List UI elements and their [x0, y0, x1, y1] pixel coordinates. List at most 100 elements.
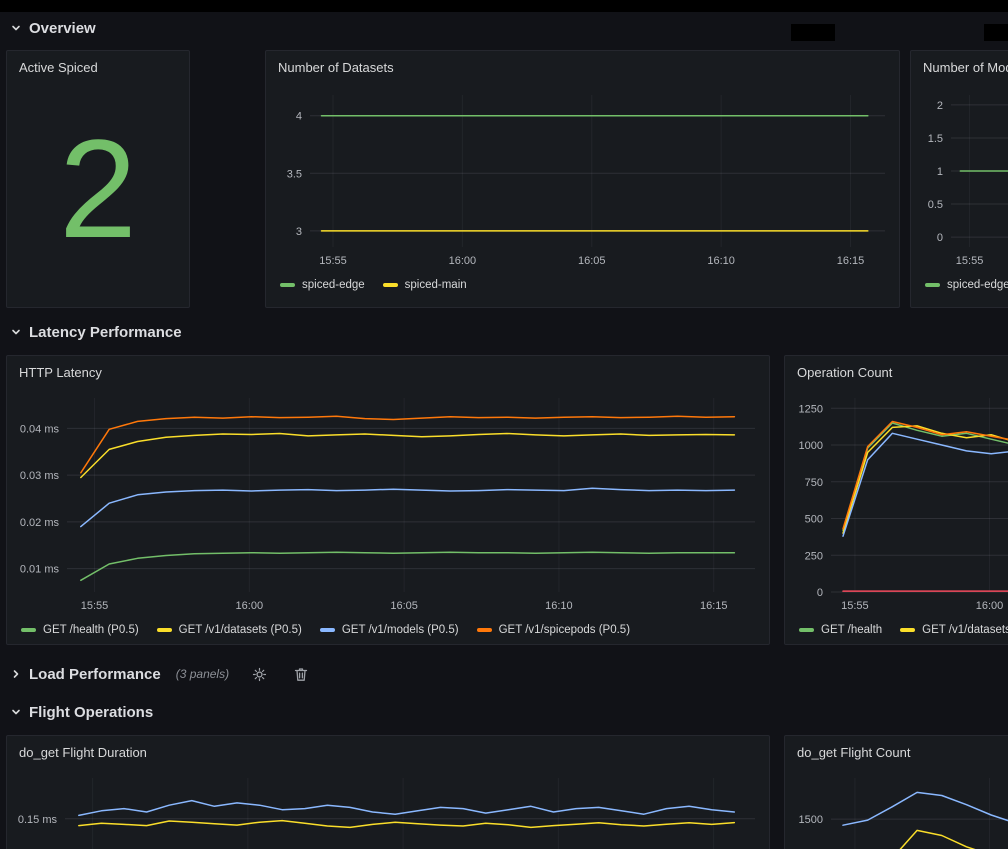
- y-tick-label: 500: [805, 514, 823, 526]
- x-tick-label: 16:00: [236, 600, 264, 612]
- legend-label: spiced-edge: [302, 279, 365, 291]
- section-title: Load Performance: [29, 666, 161, 683]
- legend-http-latency: GET /health (P0.5) GET /v1/datasets (P0.5…: [7, 618, 769, 636]
- panel-title-text: Number of Datasets: [278, 60, 394, 75]
- x-tick-label: 15:55: [841, 600, 869, 612]
- stat-value: 2: [7, 83, 189, 295]
- x-tick-label: 16:10: [545, 600, 573, 612]
- series-line-get-v1-datasets: [843, 426, 1008, 533]
- section-title: Overview: [29, 20, 96, 37]
- panel-http-latency: HTTP Latency 0.01 ms0.02 ms0.03 ms0.04 m…: [6, 355, 770, 645]
- series-line-get-v1-datasets-p0-5: [81, 434, 735, 478]
- black-box-right: [984, 24, 1008, 41]
- x-tick-label: 16:15: [700, 600, 728, 612]
- chart-operation-count[interactable]: 02505007501000125015:5516:0016:0516:1016…: [785, 388, 1008, 618]
- y-tick-label: 1000: [799, 440, 823, 452]
- legend-label: GET /v1/datasets: [922, 624, 1008, 636]
- legend-item[interactable]: GET /health: [799, 624, 882, 636]
- panel-title-flight-duration[interactable]: do_get Flight Duration: [7, 736, 769, 768]
- panel-title-text: do_get Flight Count: [797, 745, 910, 760]
- panel-title-datasets[interactable]: Number of Datasets: [266, 51, 899, 83]
- y-tick-label: 2: [937, 100, 943, 112]
- black-box-left: [791, 24, 835, 41]
- legend-item[interactable]: spiced-edge: [925, 279, 1008, 291]
- legend-swatch-icon: [280, 283, 295, 287]
- y-tick-label: 0.02 ms: [20, 517, 60, 529]
- top-black-bar: [0, 0, 1008, 12]
- y-tick-label: 750: [805, 477, 823, 489]
- panel-title-text: do_get Flight Duration: [19, 745, 147, 760]
- legend-swatch-icon: [21, 628, 36, 632]
- legend-item[interactable]: GET /v1/spicepods (P0.5): [477, 624, 630, 636]
- section-header-flight[interactable]: Flight Operations: [10, 700, 153, 724]
- section-header-load[interactable]: Load Performance (3 panels): [10, 662, 308, 686]
- legend-swatch-icon: [383, 283, 398, 287]
- y-tick-label: 0.03 ms: [20, 470, 60, 482]
- series-line-fade2a: [79, 821, 735, 828]
- series-line-get-health: [843, 423, 1008, 530]
- chart-number-of-datasets[interactable]: 33.5415:5516:0016:0516:1016:15: [266, 83, 899, 273]
- legend-item[interactable]: spiced-edge: [280, 279, 365, 291]
- y-tick-label: 1500: [799, 814, 823, 826]
- panel-title-operation-count[interactable]: Operation Count: [785, 356, 1008, 388]
- legend-item[interactable]: GET /v1/models (P0.5): [320, 624, 459, 636]
- chart-flight-duration[interactable]: 0.15 ms15:5516:0016:0516:1016:15: [7, 768, 767, 849]
- legend-datasets: spiced-edge spiced-main: [266, 273, 899, 291]
- legend-operation-count: GET /healthGET /v1/datasetsGET /v1/model…: [785, 618, 1008, 636]
- panel-title-text: HTTP Latency: [19, 365, 102, 380]
- legend-label: GET /v1/spicepods (P0.5): [499, 624, 630, 636]
- legend-swatch-icon: [477, 628, 492, 632]
- section-panels-count: (3 panels): [176, 667, 229, 681]
- legend-label: GET /health: [821, 624, 882, 636]
- series-line-fade2a: [843, 830, 1008, 849]
- panel-flight-duration: do_get Flight Duration 0.15 ms15:5516:00…: [6, 735, 770, 849]
- x-tick-label: 15:55: [81, 600, 109, 612]
- legend-swatch-icon: [320, 628, 335, 632]
- x-tick-label: 16:05: [578, 255, 606, 267]
- legend-label: GET /v1/datasets (P0.5): [179, 624, 302, 636]
- x-tick-label: 16:15: [837, 255, 865, 267]
- legend-label: GET /health (P0.5): [43, 624, 139, 636]
- legend-item[interactable]: GET /health (P0.5): [21, 624, 139, 636]
- chart-flight-count[interactable]: 150015:5516:0016:0516:1016:15: [785, 768, 1008, 849]
- chevron-down-icon: [10, 706, 22, 718]
- x-tick-label: 16:00: [449, 255, 477, 267]
- panel-title-active-spiced[interactable]: Active Spiced: [7, 51, 189, 83]
- y-tick-label: 0.04 ms: [20, 423, 60, 435]
- panel-active-spiced: Active Spiced 2: [6, 50, 190, 308]
- x-tick-label: 16:10: [707, 255, 735, 267]
- legend-item[interactable]: GET /v1/datasets: [900, 624, 1008, 636]
- series-line-8ab8ff: [79, 801, 735, 816]
- legend-label: spiced-edge: [947, 279, 1008, 291]
- legend-item[interactable]: GET /v1/datasets (P0.5): [157, 624, 302, 636]
- y-tick-label: 0.15 ms: [18, 814, 58, 826]
- panel-title-models[interactable]: Number of Models: [911, 51, 1008, 83]
- section-title: Flight Operations: [29, 704, 153, 721]
- section-header-latency[interactable]: Latency Performance: [10, 320, 182, 344]
- series-line-8ab8ff: [843, 792, 1008, 836]
- gear-icon[interactable]: [252, 667, 267, 682]
- y-tick-label: 1: [937, 166, 943, 178]
- legend-swatch-icon: [799, 628, 814, 632]
- x-tick-label: 16:00: [976, 600, 1004, 612]
- y-tick-label: 3.5: [287, 168, 302, 180]
- legend-swatch-icon: [925, 283, 940, 287]
- chevron-right-icon: [10, 668, 22, 680]
- grafana-dashboard: Overview Active Spiced 2 Number of Datas…: [0, 0, 1008, 849]
- trash-icon[interactable]: [294, 667, 308, 682]
- chart-http-latency[interactable]: 0.01 ms0.02 ms0.03 ms0.04 ms15:5516:0016…: [7, 388, 767, 618]
- series-line-get-v1-models-p0-5: [81, 488, 735, 526]
- panel-number-of-datasets: Number of Datasets 33.5415:5516:0016:051…: [265, 50, 900, 308]
- y-tick-label: 0.5: [928, 199, 943, 211]
- x-tick-label: 16:05: [390, 600, 418, 612]
- panel-title-text: Number of Models: [923, 60, 1008, 75]
- chart-number-of-models[interactable]: 00.511.5215:5516:0016:0516:1016:15: [911, 83, 1008, 273]
- panel-title-flight-count[interactable]: do_get Flight Count: [785, 736, 1008, 768]
- legend-item[interactable]: spiced-main: [383, 279, 467, 291]
- panel-title-http-latency[interactable]: HTTP Latency: [7, 356, 769, 388]
- section-header-overview[interactable]: Overview: [10, 16, 96, 40]
- y-tick-label: 3: [296, 226, 302, 238]
- section-title: Latency Performance: [29, 324, 182, 341]
- y-tick-label: 0: [937, 232, 943, 244]
- legend-swatch-icon: [157, 628, 172, 632]
